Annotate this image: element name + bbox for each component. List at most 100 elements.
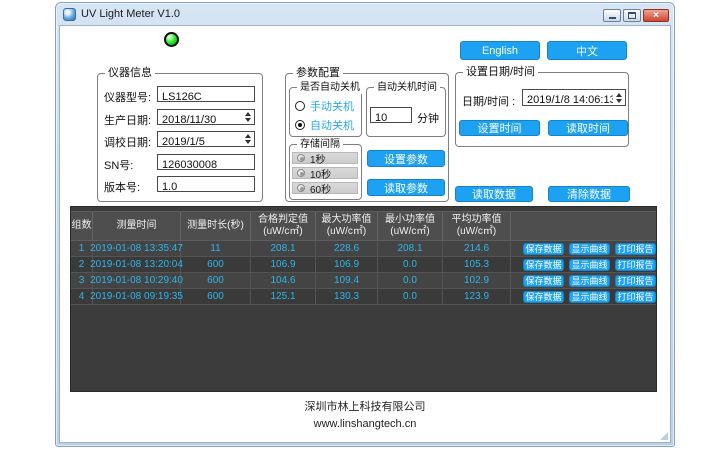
language-english-button[interactable]: English [460, 41, 540, 60]
cell-avg: 123.9 [443, 289, 511, 304]
calibration-date-input[interactable] [158, 135, 254, 149]
cell-actions: 保存数据 显示曲线 打印报告 [511, 257, 656, 272]
print-report-button[interactable]: 打印报告 [615, 275, 656, 287]
manual-shutdown-label: 手动关机 [310, 98, 354, 114]
save-data-button[interactable]: 保存数据 [523, 243, 564, 255]
table-row: 3 2019-01-08 10:29:40 600 104.6 109.4 0.… [71, 273, 656, 289]
cell-time: 2019-01-08 10:29:40 [93, 273, 181, 288]
connection-status-led [164, 32, 179, 47]
model-field[interactable] [157, 86, 255, 102]
interval-1s-radio[interactable] [297, 154, 305, 162]
save-data-button[interactable]: 保存数据 [523, 291, 564, 303]
save-data-button[interactable]: 保存数据 [523, 275, 564, 287]
interval-1s-label: 1秒 [310, 151, 326, 166]
col-header-duration: 测量时长(秒) [181, 212, 251, 240]
desktop-canvas: UV Light Meter V1.0 × English 中文 仪器信息 仪器… [0, 0, 726, 450]
datetime-input[interactable] [523, 93, 625, 108]
shutdown-time-field[interactable] [370, 107, 412, 123]
window-content: English 中文 仪器信息 仪器型号: 生产日期: 调校日期: SN号: [59, 25, 671, 443]
interval-10s-option[interactable]: 10秒 [292, 167, 358, 179]
measurement-table-panel: 组数 测量时间 测量时长(秒) 合格判定值(uW/c㎡) 最大功率值(uW/c㎡… [70, 206, 657, 392]
storage-interval-group-title: 存储间隔 [297, 138, 343, 151]
cell-max: 228.6 [316, 241, 378, 256]
cell-actions: 保存数据 显示曲线 打印报告 [511, 241, 656, 256]
maximize-button[interactable] [623, 9, 641, 22]
production-date-label: 生产日期: [104, 112, 151, 128]
sn-label: SN号: [104, 157, 133, 173]
print-report-button[interactable]: 打印报告 [615, 243, 656, 255]
set-time-button[interactable]: 设置时间 [459, 120, 540, 136]
cell-min: 0.0 [378, 257, 443, 272]
cell-actions: 保存数据 显示曲线 打印报告 [511, 273, 656, 288]
col-header-time: 测量时间 [93, 212, 181, 240]
interval-10s-radio[interactable] [297, 169, 305, 177]
show-curve-button[interactable]: 显示曲线 [569, 275, 610, 287]
version-input[interactable] [158, 180, 254, 194]
print-report-button[interactable]: 打印报告 [615, 291, 656, 303]
save-data-button[interactable]: 保存数据 [523, 259, 564, 271]
table-row: 1 2019-01-08 13:35:47 11 208.1 228.6 208… [71, 241, 656, 257]
table-row: 4 2019-01-08 09:19:35 600 125.1 130.3 0.… [71, 289, 656, 305]
model-label: 仪器型号: [104, 89, 151, 105]
title-bar[interactable]: UV Light Meter V1.0 [56, 3, 674, 25]
manual-shutdown-radio[interactable] [295, 101, 305, 111]
interval-10s-label: 10秒 [310, 166, 331, 181]
close-button[interactable]: × [643, 9, 669, 22]
interval-1s-option[interactable]: 1秒 [292, 152, 358, 164]
device-info-group-title: 仪器信息 [105, 67, 155, 80]
set-params-button[interactable]: 设置参数 [367, 150, 445, 167]
shutdown-time-input[interactable] [371, 111, 411, 125]
cell-pass-value: 208.1 [251, 241, 316, 256]
resize-grip[interactable] [660, 432, 668, 440]
auto-shutdown-group-title: 是否自动关机 [297, 81, 363, 94]
window-title: UV Light Meter V1.0 [81, 8, 180, 20]
spinner-icon[interactable] [616, 93, 622, 103]
read-data-button[interactable]: 读取数据 [455, 186, 533, 202]
cell-avg: 102.9 [443, 273, 511, 288]
cell-time: 2019-01-08 13:35:47 [93, 241, 181, 256]
cell-pass-value: 125.1 [251, 289, 316, 304]
cell-duration: 600 [181, 273, 251, 288]
cell-duration: 11 [181, 241, 251, 256]
calibration-date-field[interactable] [157, 131, 255, 147]
cell-pass-value: 104.6 [251, 273, 316, 288]
language-chinese-button[interactable]: 中文 [547, 41, 627, 60]
read-time-button[interactable]: 读取时间 [548, 120, 628, 136]
interval-60s-label: 60秒 [310, 181, 331, 196]
show-curve-button[interactable]: 显示曲线 [569, 243, 610, 255]
minutes-unit-label: 分钟 [417, 110, 439, 126]
print-report-button[interactable]: 打印报告 [615, 259, 656, 271]
spinner-icon[interactable] [245, 112, 251, 122]
cell-duration: 600 [181, 289, 251, 304]
cell-max: 106.9 [316, 257, 378, 272]
model-input[interactable] [158, 90, 254, 104]
datetime-field[interactable] [522, 89, 626, 106]
auto-shutdown-option[interactable]: 自动关机 [295, 117, 354, 133]
spinner-icon[interactable] [245, 134, 251, 144]
table-row: 2 2019-01-08 13:20:04 600 106.9 106.9 0.… [71, 257, 656, 273]
clear-data-button[interactable]: 清除数据 [548, 186, 630, 202]
app-window: UV Light Meter V1.0 × English 中文 仪器信息 仪器… [55, 2, 675, 447]
minimize-button[interactable] [603, 9, 621, 22]
col-header-actions [511, 212, 656, 240]
version-field[interactable] [157, 176, 255, 192]
auto-shutdown-radio[interactable] [295, 120, 305, 130]
read-params-button[interactable]: 读取参数 [367, 179, 445, 196]
footer-company-name: 深圳市林上科技有限公司 [60, 398, 670, 414]
minimize-icon [609, 17, 616, 19]
cell-min: 0.0 [378, 273, 443, 288]
show-curve-button[interactable]: 显示曲线 [569, 259, 610, 271]
cell-min: 0.0 [378, 289, 443, 304]
col-header-pass-value: 合格判定值(uW/c㎡) [251, 212, 316, 240]
interval-60s-option[interactable]: 60秒 [292, 182, 358, 194]
col-header-avg: 平均功率值(uW/c㎡) [443, 212, 511, 240]
sn-field[interactable] [157, 154, 255, 170]
show-curve-button[interactable]: 显示曲线 [569, 291, 610, 303]
cell-actions: 保存数据 显示曲线 打印报告 [511, 289, 656, 304]
interval-60s-radio[interactable] [297, 184, 305, 192]
manual-shutdown-option[interactable]: 手动关机 [295, 98, 354, 114]
production-date-input[interactable] [158, 113, 254, 127]
cell-avg: 105.3 [443, 257, 511, 272]
production-date-field[interactable] [157, 109, 255, 125]
sn-input[interactable] [158, 158, 254, 172]
